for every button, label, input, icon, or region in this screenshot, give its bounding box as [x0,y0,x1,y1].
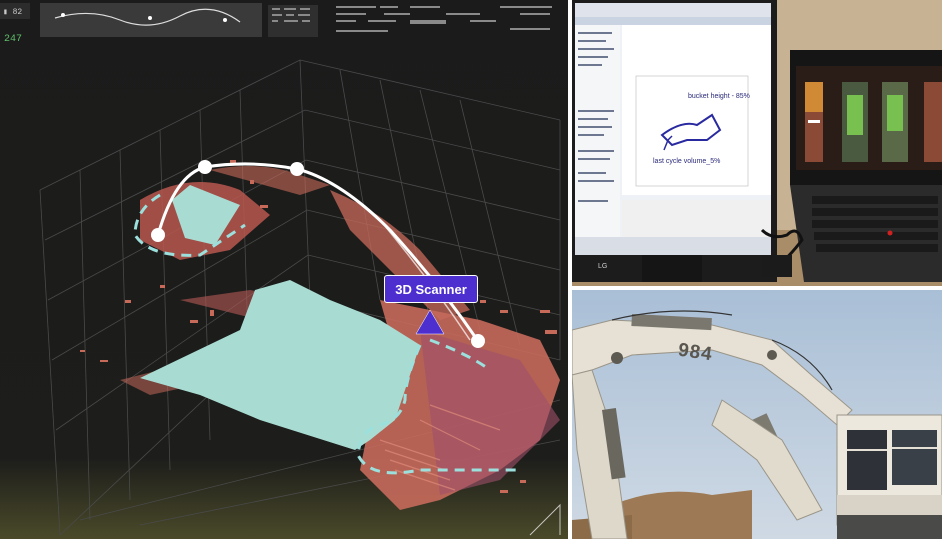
point-cloud-svg: ▮ 82 [0,0,568,539]
svg-text:▮ 82: ▮ 82 [3,8,22,17]
monitor-brand: LG [598,263,608,270]
excavator-photo: 984 [572,290,942,539]
scanner-label: 3D Scanner [384,275,478,303]
monitor [572,0,777,282]
excavator-scene [572,290,942,539]
laptop [790,50,942,282]
plot-caption: last cycle volume_5% [653,158,721,165]
point-cloud-view: ▮ 82 247 3D Scanner [0,0,568,539]
excavator-cab [836,414,942,539]
monitor-laptop-scene [572,0,942,286]
plot-title: bucket height - 85% [688,93,750,100]
machine-number: 984 [676,339,715,366]
hud-value: 247 [4,34,23,45]
monitor-laptop-photo: bucket height - 85% last cycle volume_5%… [572,0,942,286]
